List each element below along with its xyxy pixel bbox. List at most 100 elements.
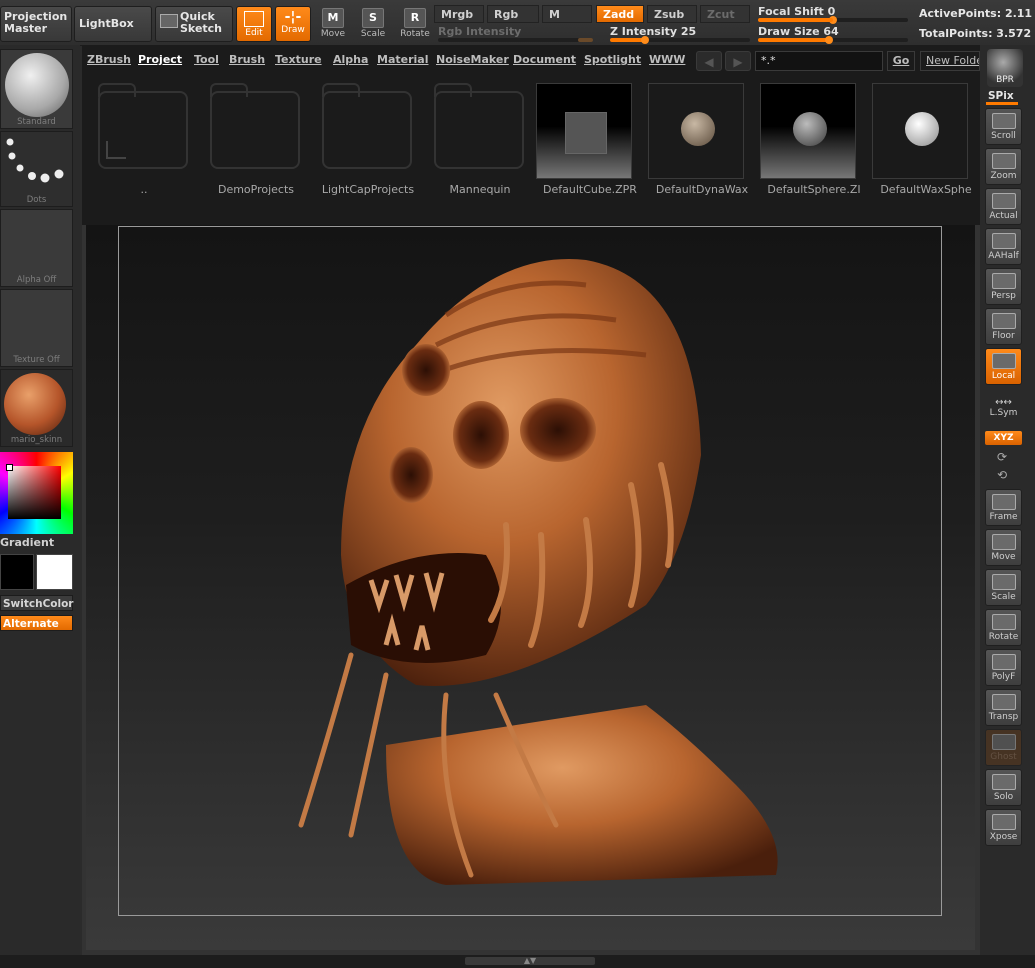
switch-color-button[interactable]: SwitchColor xyxy=(0,595,74,611)
rgb-button[interactable]: Rgb xyxy=(487,5,539,23)
move-button[interactable]: M Move xyxy=(312,4,354,44)
floor-button[interactable]: Floor xyxy=(985,308,1022,345)
local-button[interactable]: Local xyxy=(985,348,1022,385)
zadd-button[interactable]: Zadd xyxy=(596,5,644,23)
transp-button[interactable]: Transp xyxy=(985,689,1022,726)
file-thumbnail xyxy=(760,83,856,179)
file-item[interactable]: .. xyxy=(90,83,198,233)
mrgb-button[interactable]: Mrgb xyxy=(434,5,484,23)
secondary-color-swatch[interactable] xyxy=(36,554,73,590)
lsym-arrows-icon: ↔↔ xyxy=(995,397,1012,408)
rotate-button[interactable]: R Rotate xyxy=(394,4,436,44)
file-item[interactable]: DefaultDynaWax xyxy=(648,83,756,233)
zcut-button[interactable]: Zcut xyxy=(700,5,750,23)
sphere-preview-icon xyxy=(681,112,715,146)
frame-icon xyxy=(991,494,1016,510)
stroke-label: Dots xyxy=(26,195,47,205)
move-icon: M xyxy=(322,8,344,28)
lightbox-button[interactable]: LightBox xyxy=(74,6,152,42)
rotate-icon xyxy=(991,614,1016,630)
rotate-button[interactable]: Rotate xyxy=(985,609,1022,646)
quick-sketch-button[interactable]: Quick Sketch xyxy=(155,6,233,42)
color-saturation-square[interactable] xyxy=(8,466,61,519)
menu-item-noisemaker[interactable]: NoiseMaker xyxy=(436,53,509,66)
ghost-button[interactable]: Ghost xyxy=(985,729,1022,766)
scroll-button[interactable]: Scroll xyxy=(985,108,1022,145)
z-intensity-slider-label: Z Intensity 25 xyxy=(610,25,697,38)
main-color-swatch[interactable] xyxy=(0,554,34,590)
menu-item-material[interactable]: Material xyxy=(377,53,428,66)
scale-button[interactable]: Scale xyxy=(985,569,1022,606)
new-folder-button[interactable]: New Folde xyxy=(920,51,980,71)
frame-button[interactable]: Frame xyxy=(985,489,1022,526)
spix-slider[interactable] xyxy=(986,102,1018,105)
hand-icon xyxy=(991,534,1016,550)
project-browser: ZBrush Project Tool Brush Texture Alpha Materi… xyxy=(82,45,980,225)
menu-item-www[interactable]: WWW xyxy=(649,53,685,66)
canvas-frame xyxy=(82,225,980,955)
projection-master-button[interactable]: Projection Master xyxy=(0,6,72,42)
brush-thumbnail[interactable]: Standard xyxy=(0,49,73,129)
file-item[interactable]: Mannequin xyxy=(426,83,534,233)
file-filter-input[interactable]: *.* xyxy=(755,51,883,71)
menu-item-brush[interactable]: Brush xyxy=(229,53,265,66)
m-button[interactable]: M xyxy=(542,5,592,23)
stroke-thumbnail[interactable]: Dots xyxy=(0,131,73,207)
zoom-button[interactable]: Zoom xyxy=(985,148,1022,185)
menu-item-tool[interactable]: Tool xyxy=(194,53,219,66)
color-picker[interactable] xyxy=(0,452,73,534)
color-picker-cursor xyxy=(6,464,13,471)
go-button[interactable]: Go xyxy=(887,51,915,71)
xyz-axis-button[interactable]: XYZ xyxy=(985,431,1022,445)
bottom-tray-handle[interactable]: ▲▼ xyxy=(465,957,595,965)
scale-button[interactable]: S Scale xyxy=(352,4,394,44)
solo-button[interactable]: Solo xyxy=(985,769,1022,806)
alpha-thumbnail[interactable]: Alpha Off xyxy=(0,209,73,287)
draw-label: Draw xyxy=(281,25,305,35)
file-item[interactable]: DefaultWaxSphe xyxy=(872,83,980,233)
file-item[interactable]: DemoProjects xyxy=(202,83,310,233)
bpr-render-button[interactable]: BPR xyxy=(987,49,1023,87)
aahalf-button[interactable]: AAHalf xyxy=(985,228,1022,265)
local-icon xyxy=(991,353,1016,369)
ghost-icon xyxy=(991,734,1016,750)
material-thumbnail[interactable]: mario_skinn xyxy=(0,369,73,447)
menu-item-zbrush[interactable]: ZBrush xyxy=(87,53,131,66)
next-page-button[interactable]: ▶ xyxy=(725,51,751,71)
menu-item-alpha[interactable]: Alpha xyxy=(333,53,368,66)
persp-button[interactable]: Persp xyxy=(985,268,1022,305)
rgb-intensity-slider[interactable] xyxy=(438,38,593,42)
draw-size-knob[interactable] xyxy=(825,36,834,44)
zsub-button[interactable]: Zsub xyxy=(647,5,697,23)
quick-sketch-icon xyxy=(160,14,178,28)
polyf-button[interactable]: PolyF xyxy=(985,649,1022,686)
focal-shift-label: Focal Shift 0 xyxy=(758,5,836,18)
file-item[interactable]: LightCapProjects xyxy=(314,83,422,233)
move-button[interactable]: Move xyxy=(985,529,1022,566)
menu-item-project[interactable]: Project xyxy=(138,53,182,66)
menu-item-spotlight[interactable]: Spotlight xyxy=(584,53,641,66)
rotate-y-icon[interactable]: ⟳ xyxy=(997,450,1007,464)
gradient-label: Gradient xyxy=(0,536,55,549)
actual-label: Actual xyxy=(989,211,1018,221)
texture-thumbnail[interactable]: Texture Off xyxy=(0,289,73,367)
sculpted-creature-head-model[interactable] xyxy=(86,225,975,950)
rotate-z-icon[interactable]: ⟲ xyxy=(997,468,1007,482)
move-label: Move xyxy=(991,552,1016,562)
file-item[interactable]: DefaultSphere.ZI xyxy=(760,83,868,233)
xpose-button[interactable]: Xpose xyxy=(985,809,1022,846)
file-item[interactable]: DefaultCube.ZPR xyxy=(536,83,644,233)
prev-page-button[interactable]: ◀ xyxy=(696,51,722,71)
lsym-button[interactable]: ↔↔ L.Sym xyxy=(985,398,1022,422)
menu-item-texture[interactable]: Texture xyxy=(275,53,322,66)
z-intensity-knob[interactable] xyxy=(641,36,649,44)
draw-button[interactable]: -¦- Draw xyxy=(275,6,311,42)
file-name: Mannequin xyxy=(449,183,511,196)
edit-button[interactable]: Edit xyxy=(236,6,272,42)
transparency-icon xyxy=(991,694,1016,710)
alternate-button[interactable]: Alternate xyxy=(0,615,73,631)
actual-button[interactable]: Actual xyxy=(985,188,1022,225)
document-canvas[interactable] xyxy=(86,225,975,950)
spix-label: SPix xyxy=(988,90,1014,102)
menu-item-document[interactable]: Document xyxy=(513,53,576,66)
